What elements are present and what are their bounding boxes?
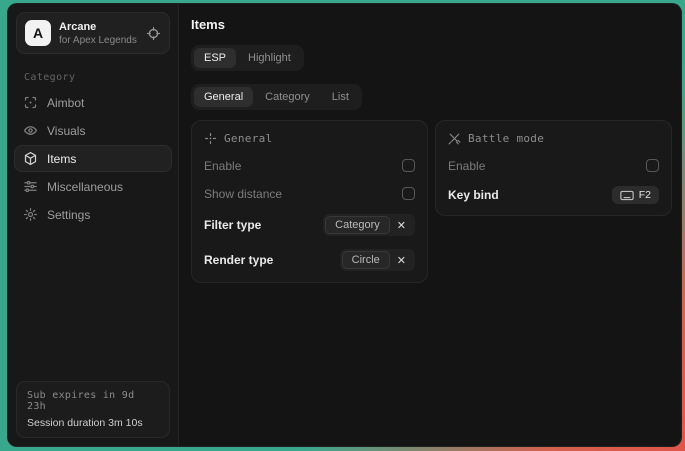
key-bind-chip[interactable]: F2 (612, 186, 659, 204)
sidebar-item-label: Visuals (47, 124, 85, 138)
swords-icon (448, 132, 461, 145)
sidebar-item-label: Items (47, 152, 76, 166)
sliders-icon (23, 179, 38, 194)
battle-card-header: Battle mode (448, 132, 659, 145)
eye-icon (23, 123, 38, 138)
setting-label: Show distance (204, 187, 282, 201)
category-section-label: Category (24, 72, 178, 83)
package-icon (23, 151, 38, 166)
card-title: Battle mode (468, 132, 544, 145)
brand-card: A Arcane for Apex Legends (16, 12, 170, 54)
sidebar-item-settings[interactable]: Settings (14, 201, 172, 228)
setting-label: Enable (448, 159, 485, 173)
setting-row-render-type: Render type Circle ✕ (204, 249, 415, 271)
battle-mode-card: Battle mode Enable Key bind (435, 120, 672, 216)
desktop-background: A Arcane for Apex Legends Category (0, 0, 685, 451)
general-card-header: General (204, 132, 415, 145)
sub-expires-text: Sub expires in 9d 23h (27, 390, 159, 412)
keyboard-icon (620, 190, 634, 201)
setting-label: Key bind (448, 188, 499, 202)
tab-general[interactable]: General (194, 87, 253, 107)
view-tabs: General Category List (191, 84, 362, 110)
setting-label: Enable (204, 159, 241, 173)
page-title: Items (191, 17, 672, 32)
sidebar-item-label: Aimbot (47, 96, 84, 110)
card-title: General (224, 132, 272, 145)
show-distance-checkbox[interactable] (402, 187, 415, 200)
setting-row-battle-enable: Enable (448, 158, 659, 173)
tab-list[interactable]: List (322, 87, 359, 107)
setting-label: Render type (204, 253, 273, 267)
aim-icon (23, 95, 38, 110)
app-window: A Arcane for Apex Legends Category (7, 3, 682, 447)
sidebar: A Arcane for Apex Legends Category (8, 4, 179, 446)
tab-highlight[interactable]: Highlight (238, 48, 301, 68)
session-info-card: Sub expires in 9d 23h Session duration 3… (16, 381, 170, 438)
enable-checkbox[interactable] (402, 159, 415, 172)
general-card: General Enable Show distance Filter type… (191, 120, 428, 283)
sidebar-item-miscellaneous[interactable]: Miscellaneous (14, 173, 172, 200)
sidebar-nav: Aimbot Visuals Ite (8, 89, 178, 228)
setting-row-enable: Enable (204, 158, 415, 173)
key-bind-value: F2 (639, 189, 651, 201)
brand-name: Arcane (59, 21, 137, 33)
render-type-select[interactable]: Circle (342, 251, 390, 269)
main-content: Items ESP Highlight General Category Lis… (179, 4, 682, 446)
tab-esp[interactable]: ESP (194, 48, 236, 68)
mode-tabs: ESP Highlight (191, 45, 304, 71)
sidebar-item-aimbot[interactable]: Aimbot (14, 89, 172, 116)
app-logo: A (25, 20, 51, 46)
filter-type-select[interactable]: Category (325, 216, 390, 234)
tab-category[interactable]: Category (255, 87, 320, 107)
sidebar-item-visuals[interactable]: Visuals (14, 117, 172, 144)
settings-cards: General Enable Show distance Filter type… (191, 120, 672, 283)
setting-row-show-distance: Show distance (204, 186, 415, 201)
sidebar-item-items[interactable]: Items (14, 145, 172, 172)
target-icon[interactable] (146, 26, 161, 41)
sidebar-item-label: Miscellaneous (47, 180, 123, 194)
gear-icon (23, 207, 38, 222)
filter-type-chip: Category ✕ (323, 214, 415, 236)
session-duration-text: Session duration 3m 10s (27, 417, 159, 429)
setting-row-key-bind: Key bind F2 (448, 186, 659, 204)
close-icon[interactable]: ✕ (390, 219, 413, 232)
setting-row-filter-type: Filter type Category ✕ (204, 214, 415, 236)
focus-icon (204, 132, 217, 145)
render-type-chip: Circle ✕ (340, 249, 415, 271)
battle-enable-checkbox[interactable] (646, 159, 659, 172)
sidebar-item-label: Settings (47, 208, 90, 222)
close-icon[interactable]: ✕ (390, 254, 413, 267)
brand-subtitle: for Apex Legends (59, 35, 137, 46)
setting-label: Filter type (204, 218, 261, 232)
brand-text: Arcane for Apex Legends (59, 21, 137, 46)
